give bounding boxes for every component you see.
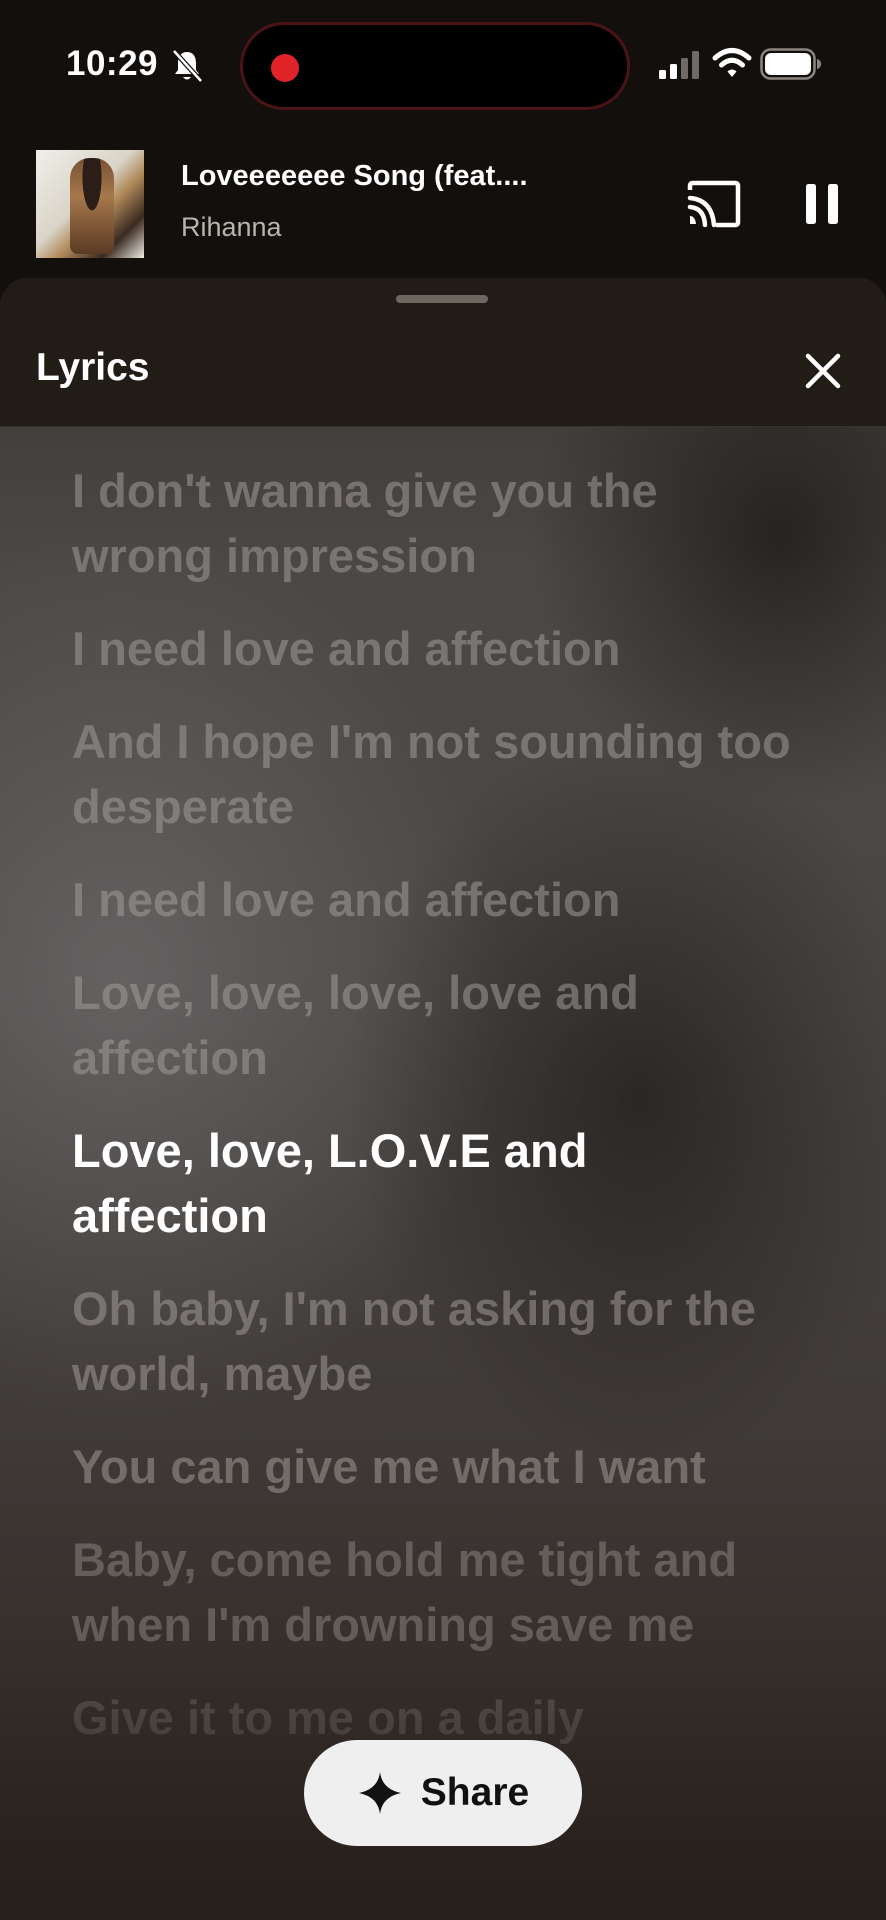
song-title: Loveeeeeee Song (feat.... <box>181 160 528 192</box>
lyrics-sheet-header: Lyrics <box>0 278 886 427</box>
recording-indicator <box>271 54 299 82</box>
close-icon[interactable] <box>800 348 846 394</box>
song-artist: Rihanna <box>181 212 282 242</box>
lyric-line[interactable]: I need love and affection <box>72 616 792 681</box>
cast-icon[interactable] <box>686 180 742 228</box>
mini-player[interactable]: Loveeeeeee Song (feat.... Rihanna <box>0 140 886 270</box>
share-button[interactable]: Share <box>304 1740 582 1846</box>
lyrics-title: Lyrics <box>36 346 150 389</box>
lyrics-list: I don't wanna give you the wrong impress… <box>72 458 792 1778</box>
lyric-line[interactable]: Love, love, love, love and affection <box>72 960 792 1090</box>
bell-slash-icon <box>172 49 203 83</box>
album-art <box>36 150 144 258</box>
share-label: Share <box>420 1771 530 1814</box>
lyric-line[interactable]: Baby, come hold me tight and when I'm dr… <box>72 1527 792 1657</box>
lyrics-screen: 10:29 Loveeeeeee Song (feat.... Rihanna … <box>0 0 886 1920</box>
lyric-line[interactable]: You can give me what I want <box>72 1434 792 1499</box>
battery-icon <box>760 48 821 80</box>
lyric-line-current[interactable]: Love, love, L.O.V.E and affection <box>72 1118 792 1248</box>
sparkle-icon <box>358 1772 401 1814</box>
status-bar: 10:29 <box>0 0 886 130</box>
cellular-signal-icon <box>659 51 699 79</box>
pause-icon[interactable] <box>800 180 844 228</box>
lyric-line[interactable]: Oh baby, I'm not asking for the world, m… <box>72 1276 792 1406</box>
lyric-line[interactable]: I need love and affection <box>72 867 792 932</box>
lyric-line[interactable]: And I hope I'm not sounding too desperat… <box>72 709 792 839</box>
wifi-icon <box>712 48 752 77</box>
status-time: 10:29 <box>66 44 159 83</box>
dynamic-island <box>240 22 630 110</box>
album-art-figure <box>70 158 114 254</box>
sheet-grabber[interactable] <box>396 295 488 303</box>
lyric-line[interactable]: I don't wanna give you the wrong impress… <box>72 458 792 588</box>
lyrics-sheet: Lyrics I don't wanna give you the wrong … <box>0 278 886 1920</box>
